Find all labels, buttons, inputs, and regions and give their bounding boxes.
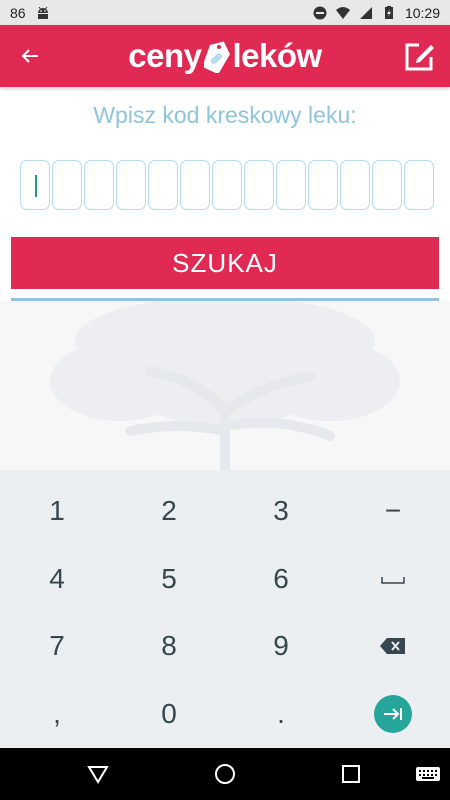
clock: 10:29 xyxy=(404,4,440,21)
nav-back-button[interactable] xyxy=(84,760,112,788)
barcode-digit-box[interactable] xyxy=(52,160,82,210)
space-key[interactable] xyxy=(337,545,449,613)
circle-home-icon xyxy=(215,764,235,784)
search-button[interactable]: SZUKAJ xyxy=(11,237,439,289)
edit-note-icon xyxy=(405,43,434,71)
barcode-digit-box[interactable] xyxy=(276,160,306,210)
key-label: 0 xyxy=(161,698,177,729)
key-7[interactable]: 7 xyxy=(1,612,113,680)
status-bar: 86 10:29 xyxy=(0,0,450,25)
barcode-digit-box[interactable] xyxy=(212,160,242,210)
key-comma[interactable]: , xyxy=(1,680,113,748)
key-1[interactable]: 1 xyxy=(1,477,113,545)
key-label: 6 xyxy=(273,563,289,594)
square-recents-icon xyxy=(342,765,360,783)
key-0[interactable]: 0 xyxy=(113,680,225,748)
background-illustration xyxy=(0,301,450,470)
navigation-bar xyxy=(0,748,450,800)
android-icon xyxy=(37,6,48,19)
wifi-icon xyxy=(335,6,350,19)
nav-recents-button[interactable] xyxy=(337,760,365,788)
key-3[interactable]: 3 xyxy=(225,477,337,545)
barcode-digit-box[interactable] xyxy=(84,160,114,210)
key-label: 9 xyxy=(273,630,289,661)
key-4[interactable]: 4 xyxy=(1,545,113,613)
battery-icon xyxy=(384,5,393,19)
barcode-digit-box[interactable] xyxy=(244,160,274,210)
key-label: 4 xyxy=(49,563,65,594)
key-5[interactable]: 5 xyxy=(113,545,225,613)
barcode-input-row[interactable] xyxy=(20,160,434,210)
space-icon xyxy=(381,577,405,584)
key-label: 8 xyxy=(161,630,177,661)
key-8[interactable]: 8 xyxy=(113,612,225,680)
triangle-back-icon xyxy=(87,766,109,784)
edit-button[interactable] xyxy=(390,25,450,87)
enter-next-icon xyxy=(374,695,412,733)
price-tag-pill-icon xyxy=(203,41,230,73)
arrow-left-icon xyxy=(21,49,38,63)
key-2[interactable]: 2 xyxy=(113,477,225,545)
keyboard-switch-button[interactable] xyxy=(414,760,442,788)
barcode-digit-box[interactable] xyxy=(404,160,434,210)
app-logo: ceny leków xyxy=(60,37,390,75)
barcode-digit-box[interactable] xyxy=(116,160,146,210)
barcode-digit-box[interactable] xyxy=(180,160,210,210)
back-button[interactable] xyxy=(0,25,60,87)
notification-count: 86 xyxy=(10,4,26,21)
barcode-prompt: Wpisz kod kreskowy leku: xyxy=(93,102,357,128)
tree-watermark-icon xyxy=(50,301,400,470)
key-label: . xyxy=(277,698,285,729)
barcode-digit-box[interactable] xyxy=(20,160,50,210)
app-bar: ceny leków xyxy=(0,25,450,87)
logo-text-ceny: ceny xyxy=(128,37,202,74)
key-label: , xyxy=(53,698,61,729)
numeric-keyboard: 1 2 3 − 4 5 6 7 8 9, 0. xyxy=(0,470,450,748)
signal-icon xyxy=(359,6,372,19)
key-period[interactable]: . xyxy=(225,680,337,748)
barcode-digit-box[interactable] xyxy=(340,160,370,210)
nav-home-button[interactable] xyxy=(211,760,239,788)
logo-text-lekow: leków xyxy=(232,37,323,74)
key-label: 7 xyxy=(49,630,65,661)
do-not-disturb-icon xyxy=(313,6,327,19)
barcode-digit-box[interactable] xyxy=(148,160,178,210)
key-6[interactable]: 6 xyxy=(225,545,337,613)
key-label: − xyxy=(384,495,402,526)
barcode-digit-box[interactable] xyxy=(308,160,338,210)
minus-key[interactable]: − xyxy=(337,477,449,545)
key-label: 5 xyxy=(161,563,177,594)
key-label: 1 xyxy=(49,495,65,526)
key-label: 2 xyxy=(161,495,177,526)
enter-next-key[interactable] xyxy=(337,680,449,748)
key-9[interactable]: 9 xyxy=(225,612,337,680)
keyboard-icon xyxy=(416,767,440,781)
backspace-key[interactable] xyxy=(337,612,449,680)
barcode-digit-box[interactable] xyxy=(372,160,402,210)
key-label: 3 xyxy=(273,495,289,526)
backspace-icon xyxy=(380,638,405,654)
